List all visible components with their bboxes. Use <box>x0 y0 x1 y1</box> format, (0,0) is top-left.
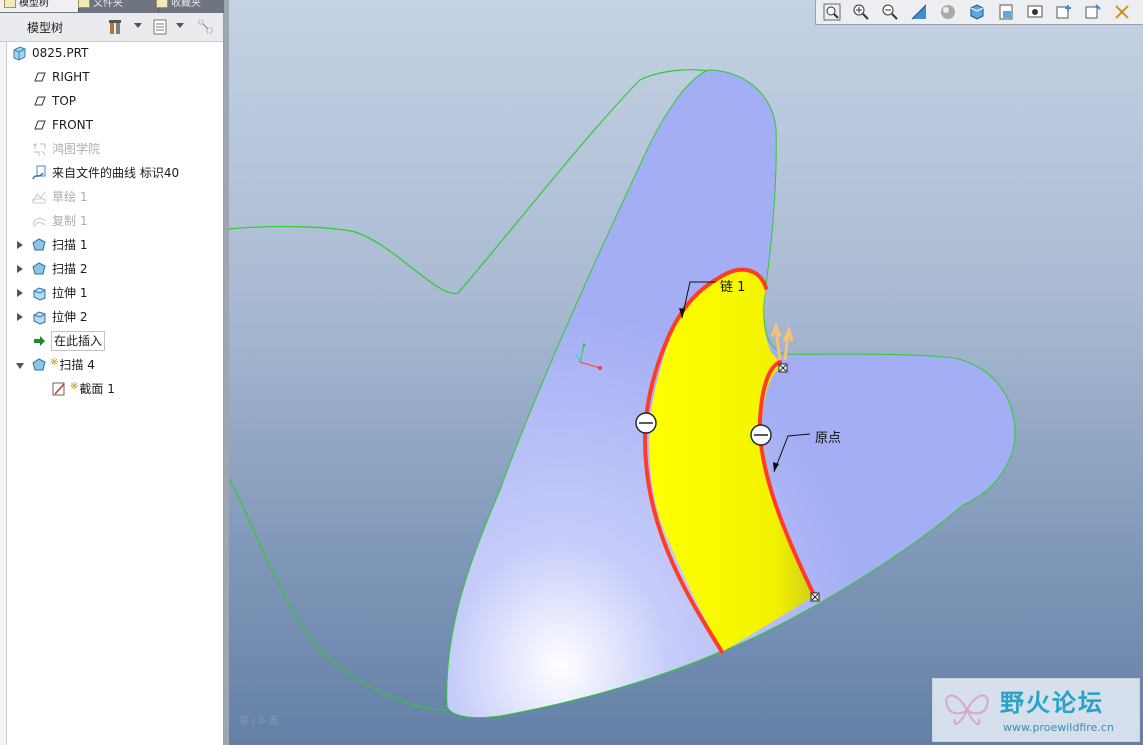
show-columns-button[interactable] <box>150 17 170 37</box>
tab-favorites[interactable]: 收藏夹 <box>152 0 224 12</box>
model-scene <box>229 69 1016 719</box>
zoom-out-button[interactable] <box>878 1 902 23</box>
butterfly-logo-icon <box>945 694 989 725</box>
watermark-url: www.proewildfire.cn <box>1003 721 1114 734</box>
watermark: 野火论坛 www.proewildfire.cn <box>932 678 1140 742</box>
tree-item-label: FRONT <box>52 118 93 132</box>
tree-item-label: 拉伸 1 <box>52 286 88 300</box>
trajectory-curve[interactable] <box>229 477 448 711</box>
chain-label[interactable]: 链 1 <box>720 276 745 295</box>
graphics-viewport[interactable]: 链 1 原点 第 / 0 选 野火论坛 www.proewildfire.cn <box>229 0 1143 745</box>
tab-folder-browser[interactable]: 文件夹 <box>74 0 159 12</box>
datum-plane-icon <box>34 120 46 130</box>
zoom-out-icon <box>882 4 898 20</box>
panel-title: 模型树 <box>27 21 64 35</box>
tab-label: 文件夹 <box>93 0 123 9</box>
tree-item-label: 鸿图学院 <box>52 142 101 156</box>
datum-display-icon <box>1056 5 1071 19</box>
tree-item-label: 草绘 1 <box>52 190 88 204</box>
tree-item-label: RIGHT <box>52 70 90 84</box>
datum-plane-display-button[interactable] <box>1052 1 1076 23</box>
expand-arrow-icon[interactable] <box>17 265 23 273</box>
point-display-button[interactable] <box>1110 1 1134 23</box>
curve-from-file-icon <box>32 165 46 180</box>
drag-handle-icon[interactable] <box>750 424 772 446</box>
star-icon <box>156 0 168 8</box>
sketch-icon <box>32 191 46 204</box>
hammer-icon <box>109 20 121 34</box>
tab-label: 模型树 <box>19 0 49 9</box>
repaint-button[interactable] <box>907 1 931 23</box>
endpoint-marker-icon[interactable] <box>810 592 820 602</box>
repaint-icon <box>911 4 927 20</box>
selection-status: 第 / 0 选 <box>239 716 279 727</box>
expand-arrow-icon[interactable] <box>17 313 23 321</box>
section-sketch-icon <box>52 382 65 396</box>
refit-button[interactable] <box>820 1 844 23</box>
datum-plane-icon <box>34 96 46 106</box>
tree-item-label: 在此插入 <box>51 331 106 351</box>
tree-item-label: 扫描 1 <box>52 238 88 252</box>
tree-item-text: 扫描 4 <box>59 358 95 372</box>
chevron-down-icon[interactable] <box>134 23 142 28</box>
settings-tools-button[interactable] <box>106 17 126 37</box>
expand-arrow-icon[interactable] <box>17 241 23 249</box>
tree-icon <box>4 0 16 8</box>
camera-icon <box>1027 5 1043 18</box>
view-manager-icon <box>999 4 1013 20</box>
extrude-icon <box>33 311 46 325</box>
folder-icon <box>78 0 90 8</box>
origin-label[interactable]: 原点 <box>815 427 841 446</box>
extrude-icon <box>33 287 46 301</box>
sweep-icon <box>32 262 46 275</box>
new-feature-marker: ※ <box>70 381 79 392</box>
tree-filter-button[interactable] <box>196 17 216 37</box>
zoom-in-icon <box>853 4 869 20</box>
display-style-button[interactable] <box>936 1 960 23</box>
tree-item-label: ※截面 1 <box>70 378 115 402</box>
tree-item-label: ※扫描 4 <box>50 354 95 378</box>
panel-tabs: 模型树 文件夹 收藏夹 <box>0 0 224 13</box>
tab-label: 收藏夹 <box>171 0 201 9</box>
zoom-in-button[interactable] <box>849 1 873 23</box>
tree-item-label: TOP <box>52 94 77 108</box>
list-icon <box>153 19 167 35</box>
tree-toolbar: 模型树 <box>0 13 223 42</box>
datum-plane-icon <box>34 72 46 82</box>
tree-item-label: 拉伸 2 <box>52 310 88 324</box>
tree-item-text: 截面 1 <box>79 382 115 396</box>
sweep-icon <box>32 238 46 251</box>
tree-item-label: 扫描 2 <box>52 262 88 276</box>
tree-item-label: 复制 1 <box>52 214 88 228</box>
point-display-icon <box>1115 5 1129 19</box>
axis-display-icon <box>1085 4 1101 19</box>
curve-group-icon <box>33 143 46 156</box>
model-tree-panel: 模型树 文件夹 收藏夹 模型树 0825.PRT RIGHT TOP FRONT… <box>0 0 224 745</box>
model-tree: 0825.PRT RIGHT TOP FRONT 鸿图学院 来自文件的曲线 标识… <box>6 42 223 745</box>
expand-arrow-icon[interactable] <box>17 289 23 297</box>
axis-display-button[interactable] <box>1081 1 1105 23</box>
watermark-brand: 野火论坛 <box>1000 689 1104 717</box>
insert-arrow-icon <box>34 336 45 346</box>
tree-item-label: 来自文件的曲线 标识40 <box>52 166 180 180</box>
saved-views-button[interactable] <box>965 1 989 23</box>
zoom-fit-icon <box>823 3 841 21</box>
endpoint-marker-icon[interactable] <box>778 363 788 373</box>
view-toolbar <box>815 0 1143 25</box>
tab-model-tree[interactable]: 模型树 <box>0 0 79 12</box>
filter-icon <box>198 19 213 34</box>
shaded-sphere-icon <box>941 5 955 19</box>
section-view-button[interactable] <box>1023 1 1047 23</box>
collapse-arrow-icon[interactable] <box>16 363 24 369</box>
tree-item-label: 0825.PRT <box>32 46 89 60</box>
sweep-icon <box>32 358 46 371</box>
view-manager-button[interactable] <box>994 1 1018 23</box>
new-feature-marker: ※ <box>50 357 59 368</box>
drag-handle-icon[interactable] <box>635 412 657 434</box>
copy-icon <box>32 217 46 228</box>
chevron-down-icon[interactable] <box>176 23 184 28</box>
view-cube-icon <box>970 4 984 20</box>
part-icon <box>13 46 26 61</box>
